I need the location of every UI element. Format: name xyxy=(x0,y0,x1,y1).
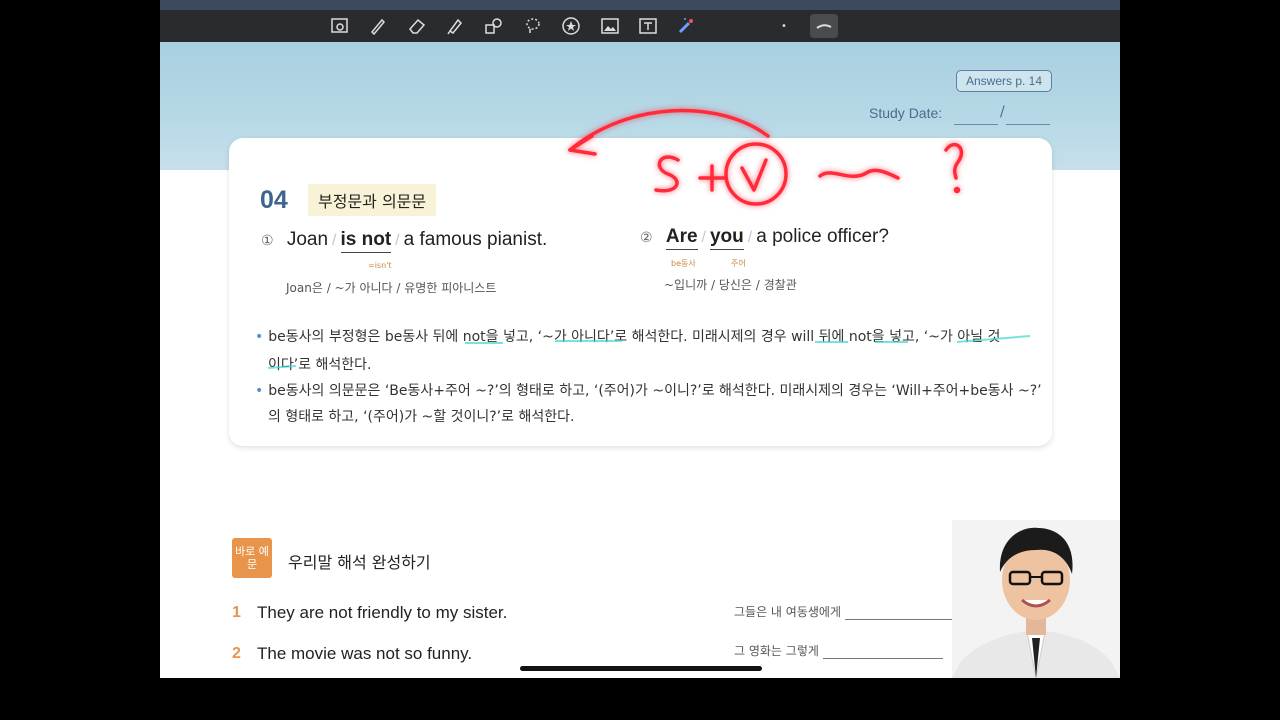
circle-v xyxy=(724,142,788,206)
question-dot xyxy=(953,186,961,194)
letter-s xyxy=(654,155,680,193)
letter-v xyxy=(740,158,768,192)
practice-row-2-blank[interactable] xyxy=(822,644,943,659)
plus-sign xyxy=(698,164,726,192)
question-mark xyxy=(944,143,964,180)
practice-row-2-number: 2 xyxy=(232,645,241,662)
practice-title: 우리말 해석 완성하기 xyxy=(288,553,431,572)
practice-row-1-text: They are not friendly to my sister. xyxy=(257,603,508,622)
practice-row-1-number: 1 xyxy=(232,604,241,621)
arrow-curve xyxy=(568,108,770,152)
practice-row-1-korean-text: 그들은 내 여동생에게 xyxy=(734,605,841,619)
ipad-screen: • Answers p. 14 Study Date: / 04 부정문과 의문… xyxy=(160,0,1120,678)
home-indicator[interactable] xyxy=(520,666,762,671)
practice-row-2-korean: 그 영화는 그렇게 xyxy=(734,642,943,659)
practice-row-2-korean-text: 그 영화는 그렇게 xyxy=(734,644,819,658)
practice-row-1-korean: 그들은 내 여동생에게 . xyxy=(734,603,989,620)
practice-row-2-text: The movie was not so funny. xyxy=(257,644,473,663)
practice-badge: 바로 예문 xyxy=(232,538,272,578)
tilde xyxy=(818,168,900,180)
presenter-photo xyxy=(952,520,1120,678)
presenter-webcam xyxy=(952,520,1120,678)
